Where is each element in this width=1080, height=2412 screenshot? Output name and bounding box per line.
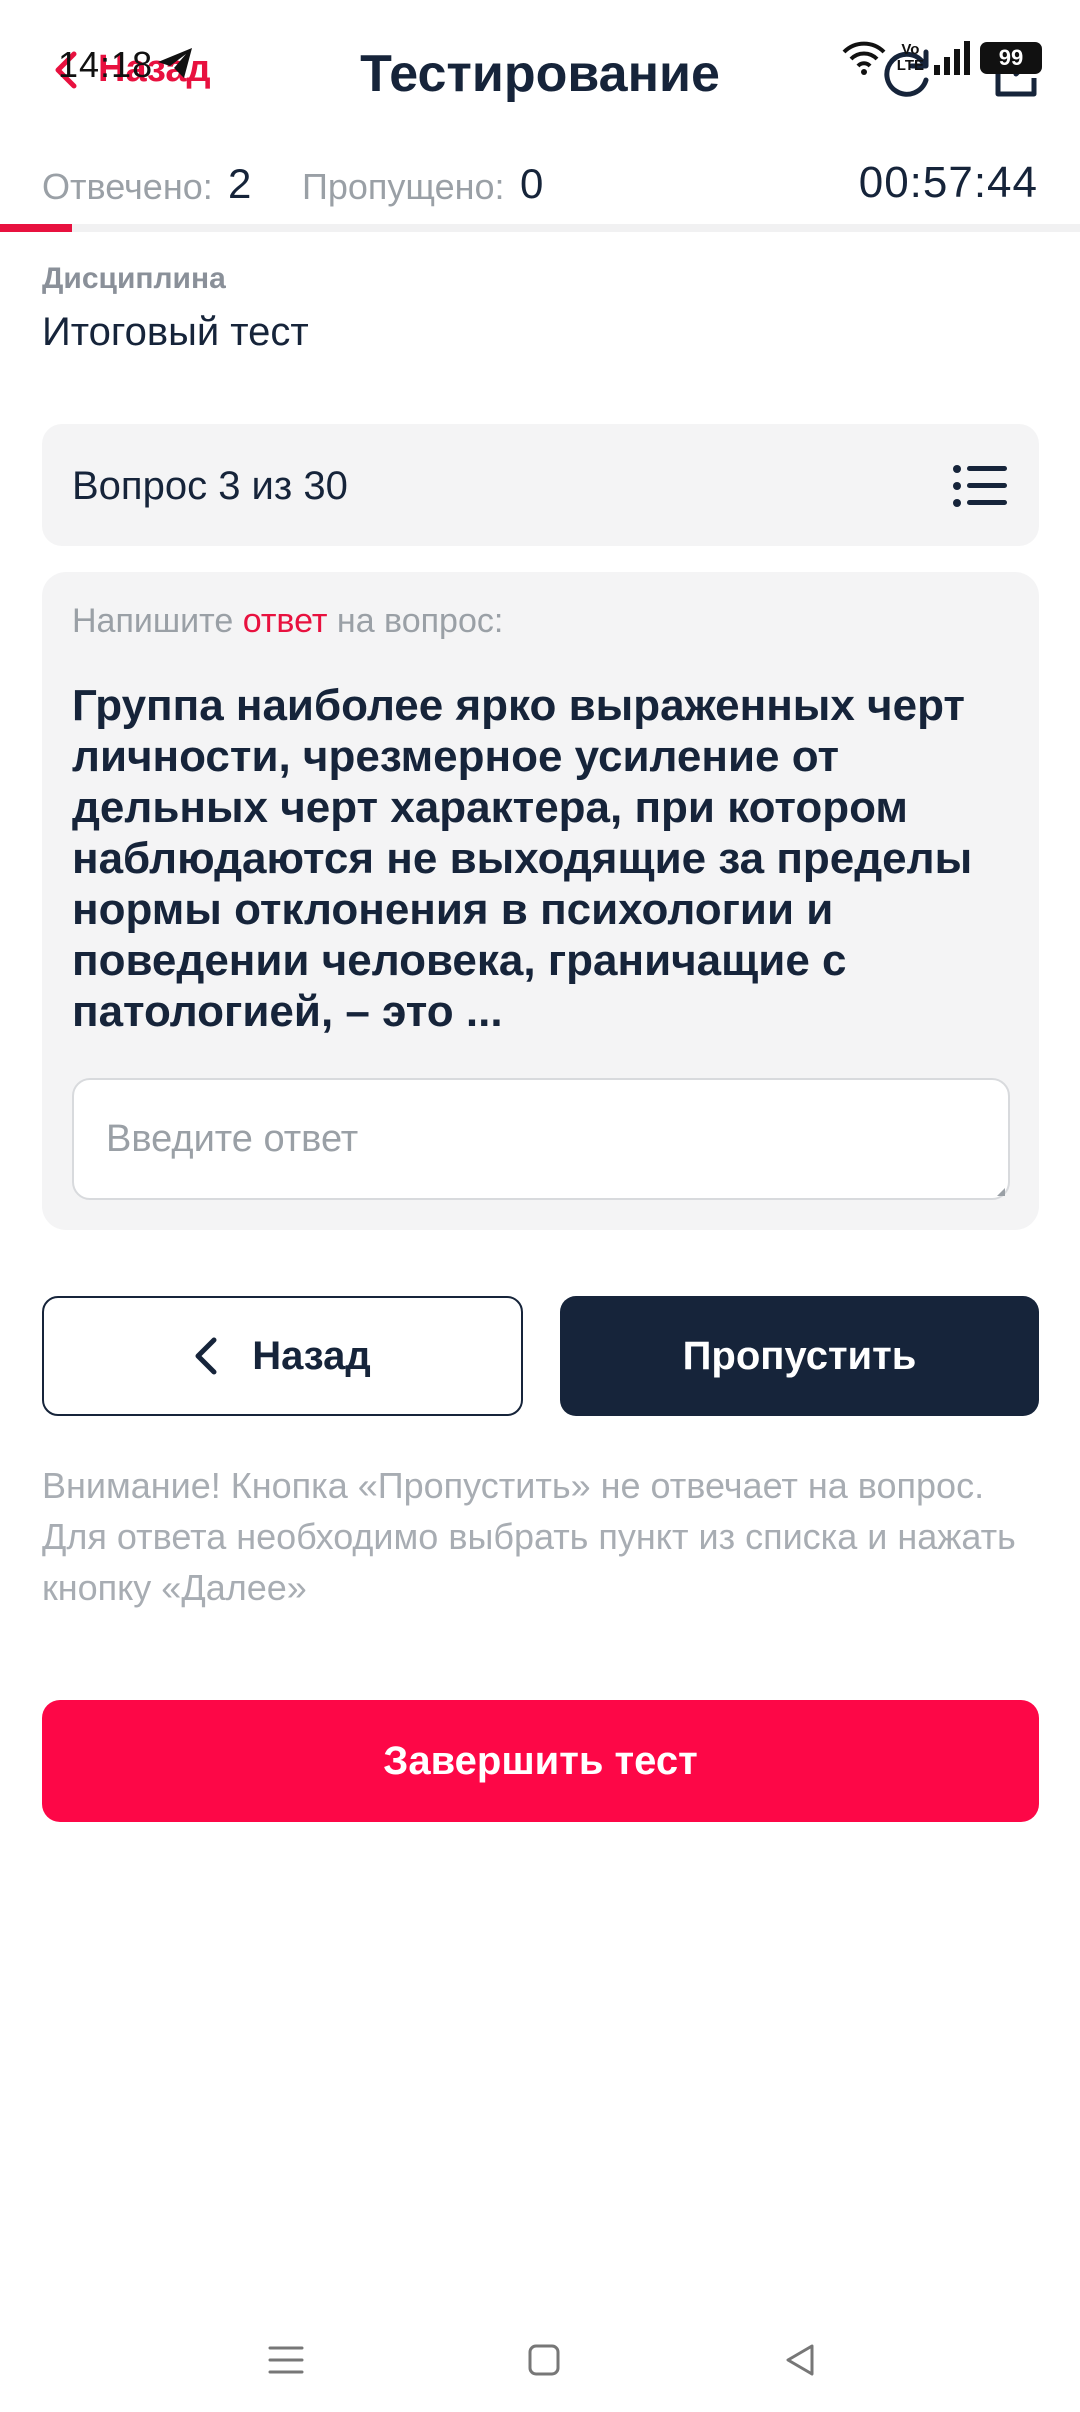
progress-bar xyxy=(0,224,1080,232)
prompt-before: Напишите xyxy=(72,602,243,640)
skip-button-label: Пропустить xyxy=(682,1333,917,1378)
back-nav-icon[interactable] xyxy=(780,2340,820,2380)
telegram-icon xyxy=(158,48,192,78)
prompt-after: на вопрос: xyxy=(327,602,504,640)
status-bar: 14:18 Vo LTE 99 xyxy=(0,0,1080,130)
status-time: 14:18 xyxy=(58,44,154,85)
volte-indicator: Vo LTE xyxy=(897,42,924,74)
skip-button[interactable]: Пропустить xyxy=(560,1296,1039,1416)
system-nav-bar xyxy=(0,2300,1080,2412)
question-card: Напишите ответ на вопрос: Группа наиболе… xyxy=(42,572,1039,1230)
status-icons: Vo LTE 99 xyxy=(841,40,1042,76)
menu-icon[interactable] xyxy=(266,2340,306,2380)
answered-label: Отвечено: xyxy=(42,166,213,207)
resize-handle-icon[interactable] xyxy=(997,1188,1005,1196)
progress-bar-fill xyxy=(0,224,73,232)
chevron-left-icon xyxy=(195,1337,217,1375)
skip-notice: Внимание! Кнопка «Пропустить» не отвечае… xyxy=(42,1465,1016,1608)
question-header: Вопрос 3 из 30 xyxy=(42,424,1039,546)
back-button[interactable]: Назад xyxy=(42,1296,523,1416)
question-list-button[interactable] xyxy=(953,464,1007,508)
battery-level: 99 xyxy=(998,45,1024,70)
timer: 00:57:44 xyxy=(858,158,1038,207)
question-prompt: Напишите ответ на вопрос: xyxy=(72,602,503,641)
signal-icon xyxy=(934,41,970,75)
discipline-value: Итоговый тест xyxy=(42,310,309,354)
finish-test-button[interactable]: Завершить тест xyxy=(42,1700,1039,1822)
volte-top: Vo xyxy=(901,41,920,58)
skipped-label: Пропущено: xyxy=(302,166,505,207)
answered-count: 2 xyxy=(228,160,252,207)
question-counter: Вопрос 3 из 30 xyxy=(72,464,348,508)
question-text: Группа наиболее ярко выраженных черт лич… xyxy=(72,681,973,1036)
progress-row: Отвечено: 2 Пропущено: 0 00:57:44 xyxy=(0,150,1080,230)
home-icon[interactable] xyxy=(524,2340,564,2380)
wifi-icon xyxy=(841,40,887,76)
answer-input[interactable] xyxy=(72,1078,1010,1200)
prompt-accent: ответ xyxy=(242,602,328,640)
list-icon xyxy=(953,465,1007,507)
finish-test-label: Завершить тест xyxy=(383,1738,698,1783)
volte-bottom: LTE xyxy=(896,57,924,74)
discipline-label: Дисциплина xyxy=(42,262,226,295)
skipped-count: 0 xyxy=(520,160,544,207)
battery-icon: 99 xyxy=(980,42,1042,74)
back-button-label: Назад xyxy=(252,1333,371,1378)
